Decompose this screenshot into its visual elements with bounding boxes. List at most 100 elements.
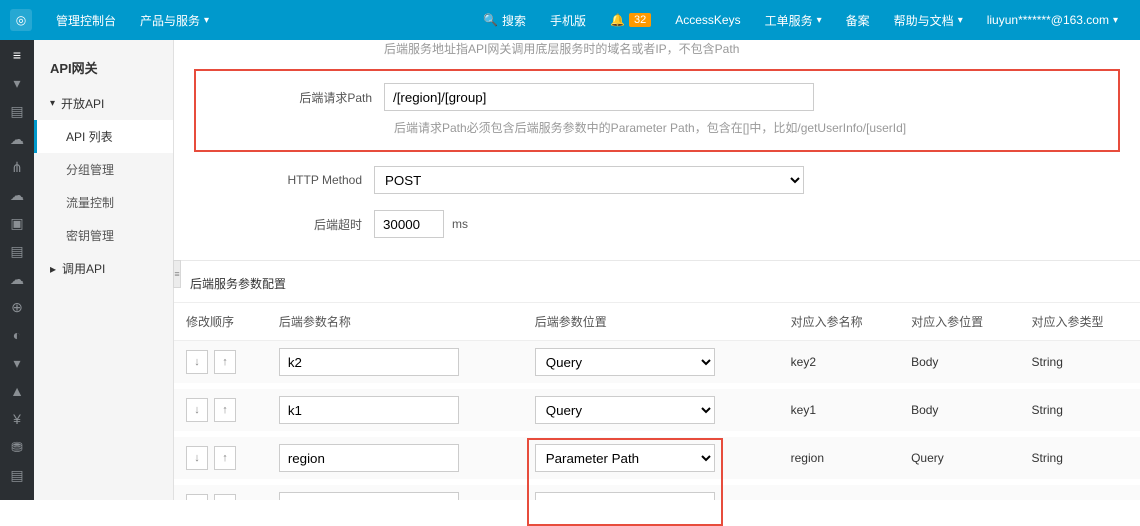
move-down-button[interactable]: ↓ bbox=[186, 494, 208, 500]
col-in-type: 对应入参类型 bbox=[1020, 303, 1140, 341]
sidebar: API网关 ▾ 开放API API 列表 分组管理 流量控制 密钥管理 ▸ 调用… bbox=[34, 40, 174, 500]
rail-icon-13[interactable]: ¥ bbox=[8, 410, 26, 428]
col-in-pos: 对应入参位置 bbox=[899, 303, 1019, 341]
http-method-label: HTTP Method bbox=[194, 173, 374, 187]
backend-param-position-select[interactable]: QueryParameter PathBodyHeader bbox=[535, 444, 715, 472]
col-order: 修改顺序 bbox=[174, 303, 267, 341]
support-menu[interactable]: 工单服务 ▾ bbox=[753, 0, 834, 40]
rail-icon-11[interactable]: ▾ bbox=[8, 354, 26, 372]
sidebar-title: API网关 bbox=[34, 52, 173, 87]
backend-param-name-input[interactable] bbox=[279, 396, 459, 424]
backend-path-label: 后端请求Path bbox=[204, 89, 384, 106]
mobile-link[interactable]: 手机版 bbox=[538, 0, 598, 40]
move-up-button[interactable]: ↑ bbox=[214, 350, 236, 374]
sidebar-item-traffic[interactable]: 流量控制 bbox=[34, 186, 173, 219]
chevron-down-icon: ▾ bbox=[958, 15, 963, 26]
search-label: 搜索 bbox=[502, 12, 526, 29]
move-down-button[interactable]: ↓ bbox=[186, 398, 208, 422]
rail-icon-3[interactable]: ☁ bbox=[8, 130, 26, 148]
rail-icon-2[interactable]: ▤ bbox=[8, 102, 26, 120]
backend-param-name-input[interactable] bbox=[279, 348, 459, 376]
timeout-input[interactable] bbox=[374, 210, 444, 238]
main-content: 后端服务地址指API网关调用底层服务时的域名或者IP，不包含Path 后端请求P… bbox=[174, 40, 1140, 500]
rail-icon-4[interactable]: ⋔ bbox=[8, 158, 26, 176]
table-row: ↓↑QueryParameter PathBodyHeaderkey2BodyS… bbox=[174, 341, 1140, 387]
move-up-button[interactable]: ↑ bbox=[214, 494, 236, 500]
http-method-select[interactable]: POST bbox=[374, 166, 804, 194]
sidebar-group-call-api[interactable]: ▸ 调用API bbox=[34, 252, 173, 285]
in-param-position: Body bbox=[899, 341, 1019, 387]
move-up-button[interactable]: ↑ bbox=[214, 446, 236, 470]
beian-link[interactable]: 备案 bbox=[834, 0, 882, 40]
move-down-button[interactable]: ↓ bbox=[186, 350, 208, 374]
in-param-name: region bbox=[779, 434, 899, 482]
in-param-name: group bbox=[779, 482, 899, 500]
chevron-down-icon: ▾ bbox=[204, 15, 209, 26]
highlight-box-path: 后端请求Path 后端请求Path必须包含后端服务参数中的Parameter P… bbox=[194, 69, 1120, 152]
in-param-type: String bbox=[1020, 434, 1140, 482]
sidebar-item-keys[interactable]: 密钥管理 bbox=[34, 219, 173, 252]
rail-icon-6[interactable]: ▣ bbox=[8, 214, 26, 232]
sidebar-group-open-api[interactable]: ▾ 开放API bbox=[34, 87, 173, 120]
params-header-row: 修改顺序 后端参数名称 后端参数位置 对应入参名称 对应入参位置 对应入参类型 bbox=[174, 303, 1140, 341]
in-param-name: key2 bbox=[779, 341, 899, 387]
rail-icon-9[interactable]: ⊕ bbox=[8, 298, 26, 316]
notifications[interactable]: 🔔 32 bbox=[598, 0, 663, 40]
logo-icon: ◎ bbox=[10, 9, 32, 31]
in-param-name: key1 bbox=[779, 386, 899, 434]
col-position: 后端参数位置 bbox=[523, 303, 779, 341]
bell-icon: 🔔 bbox=[610, 13, 625, 27]
triangle-down-icon: ▾ bbox=[50, 98, 55, 109]
support-label: 工单服务 bbox=[765, 12, 813, 29]
help-backend-path: 后端请求Path必须包含后端服务参数中的Parameter Path，包含在[]… bbox=[394, 119, 1110, 144]
rail-icon-8[interactable]: ☁ bbox=[8, 270, 26, 288]
icon-rail: ≡ ▾ ▤ ☁ ⋔ ☁ ▣ ▤ ☁ ⊕ ◐ ▾ ▲ ¥ ⛃ ▤ bbox=[0, 40, 34, 500]
rail-icon-7[interactable]: ▤ bbox=[8, 242, 26, 260]
rail-icon-14[interactable]: ⛃ bbox=[8, 438, 26, 456]
products-label: 产品与服务 bbox=[140, 12, 200, 29]
backend-param-position-select[interactable]: QueryParameter PathBodyHeader bbox=[535, 492, 715, 500]
rail-icon-menu[interactable]: ≡ bbox=[8, 46, 26, 64]
user-menu[interactable]: liuyun*******@163.com ▾ bbox=[975, 0, 1130, 40]
col-in-name: 对应入参名称 bbox=[779, 303, 899, 341]
console-link[interactable]: 管理控制台 bbox=[44, 0, 128, 40]
section-header: 后端服务参数配置 bbox=[174, 261, 1140, 303]
backend-path-input[interactable] bbox=[384, 83, 814, 111]
help-label: 帮助与文档 bbox=[894, 12, 954, 29]
sidebar-item-api-list[interactable]: API 列表 bbox=[34, 120, 173, 153]
chevron-down-icon: ▾ bbox=[1113, 15, 1118, 26]
rail-icon-5[interactable]: ☁ bbox=[8, 186, 26, 204]
search-link[interactable]: 🔍 搜索 bbox=[471, 0, 538, 40]
help-menu[interactable]: 帮助与文档 ▾ bbox=[882, 0, 975, 40]
col-name: 后端参数名称 bbox=[267, 303, 523, 341]
backend-param-position-select[interactable]: QueryParameter PathBodyHeader bbox=[535, 348, 715, 376]
sidebar-collapse-handle[interactable]: ≡ bbox=[173, 260, 181, 288]
in-param-position: Query bbox=[899, 434, 1019, 482]
in-param-type: String bbox=[1020, 386, 1140, 434]
rail-icon-10[interactable]: ◐ bbox=[8, 326, 26, 344]
table-row: ↓↑ QueryParameter PathBodyHeader regionQue… bbox=[174, 434, 1140, 482]
search-icon: 🔍 bbox=[483, 13, 498, 27]
timeout-unit: ms bbox=[452, 217, 468, 231]
sidebar-item-group-mgmt[interactable]: 分组管理 bbox=[34, 153, 173, 186]
sidebar-group-label: 开放API bbox=[61, 95, 104, 112]
rail-icon-15[interactable]: ▤ bbox=[8, 466, 26, 484]
backend-param-name-input[interactable] bbox=[279, 492, 459, 500]
triangle-right-icon: ▸ bbox=[50, 262, 56, 276]
topbar: ◎ 管理控制台 产品与服务 ▾ 🔍 搜索 手机版 🔔 32 AccessKeys… bbox=[0, 0, 1140, 40]
move-up-button[interactable]: ↑ bbox=[214, 398, 236, 422]
user-label: liuyun*******@163.com bbox=[987, 13, 1109, 27]
timeout-label: 后端超时 bbox=[194, 216, 374, 233]
sidebar-group2-label: 调用API bbox=[62, 260, 105, 277]
accesskeys-link[interactable]: AccessKeys bbox=[663, 0, 752, 40]
params-table: 修改顺序 后端参数名称 后端参数位置 对应入参名称 对应入参位置 对应入参类型 … bbox=[174, 303, 1140, 500]
products-menu[interactable]: 产品与服务 ▾ bbox=[128, 0, 221, 40]
in-param-position: Body bbox=[899, 482, 1019, 500]
table-row: ↓↑ QueryParameter PathBodyHeader key1BodyS… bbox=[174, 386, 1140, 434]
rail-icon-1[interactable]: ▾ bbox=[8, 74, 26, 92]
backend-param-position-select[interactable]: QueryParameter PathBodyHeader bbox=[535, 396, 715, 424]
move-down-button[interactable]: ↓ bbox=[186, 446, 208, 470]
rail-icon-12[interactable]: ▲ bbox=[8, 382, 26, 400]
backend-param-name-input[interactable] bbox=[279, 444, 459, 472]
in-param-position: Body bbox=[899, 386, 1019, 434]
